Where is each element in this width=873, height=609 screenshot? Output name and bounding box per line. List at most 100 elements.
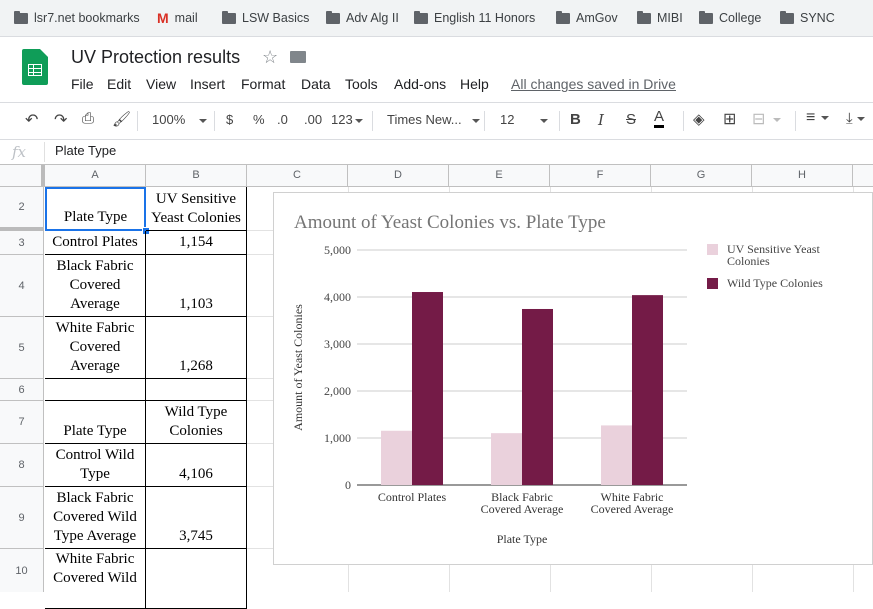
fill-color-icon[interactable]: ◈ bbox=[693, 110, 705, 128]
cell-text: Control Wild bbox=[55, 447, 135, 463]
folder-icon bbox=[414, 10, 428, 24]
zoom-select[interactable]: 100% bbox=[152, 112, 208, 127]
column-header-c[interactable]: C bbox=[247, 165, 348, 186]
row-header-10[interactable]: 10 bbox=[0, 549, 44, 592]
font-size-select[interactable]: 12 bbox=[500, 112, 549, 127]
cell-b9[interactable]: 3,745 bbox=[146, 487, 247, 549]
row-header-7[interactable]: 7 bbox=[0, 401, 44, 444]
row-header-9[interactable]: 9 bbox=[0, 487, 44, 549]
menu-data[interactable]: Data bbox=[301, 76, 331, 92]
cell-b7[interactable]: Wild Type Colonies bbox=[146, 401, 247, 444]
bookmark-adv-alg[interactable]: Adv Alg II bbox=[326, 9, 399, 27]
text-color-button[interactable]: A bbox=[654, 109, 665, 128]
more-formats-label: 123 bbox=[331, 112, 353, 127]
bookmark-english[interactable]: English 11 Honors bbox=[414, 9, 535, 27]
cell-text: 3,745 bbox=[179, 528, 213, 544]
merge-cells-icon[interactable]: ⊟ bbox=[752, 109, 782, 129]
row-header-8[interactable]: 8 bbox=[0, 444, 44, 487]
formula-divider bbox=[44, 142, 45, 162]
more-formats-select[interactable]: 123 bbox=[331, 112, 363, 127]
decrease-decimals-button[interactable]: .0 bbox=[277, 112, 288, 127]
percent-format-button[interactable]: % bbox=[253, 112, 265, 127]
menu-insert[interactable]: Insert bbox=[190, 76, 225, 92]
column-header-h[interactable]: H bbox=[752, 165, 853, 186]
column-header-b[interactable]: B bbox=[146, 165, 247, 186]
legend-label: Colonies bbox=[727, 254, 770, 268]
cell-a2[interactable]: Plate Type bbox=[45, 187, 146, 231]
cell-text: Covered Wild bbox=[53, 509, 137, 525]
horizontal-align-icon[interactable]: ≡ bbox=[806, 109, 830, 127]
row-header-2[interactable]: 2 bbox=[0, 187, 44, 231]
vertical-align-icon[interactable]: ⤓ bbox=[846, 110, 865, 127]
paint-format-icon[interactable]: 🖌 bbox=[112, 110, 131, 128]
redo-icon[interactable]: ↷ bbox=[54, 110, 67, 130]
cell-b2[interactable]: UV Sensitive Yeast Colonies bbox=[146, 187, 247, 231]
embedded-chart[interactable]: Amount of Yeast Colonies vs. Plate Type 0… bbox=[273, 192, 873, 565]
cell-b3[interactable]: 1,154 bbox=[146, 231, 247, 255]
move-to-folder-icon[interactable] bbox=[290, 51, 306, 63]
menu-file[interactable]: File bbox=[71, 76, 94, 92]
cell-a6[interactable] bbox=[45, 379, 146, 401]
bookmark-mail[interactable]: M mail bbox=[157, 9, 198, 27]
cell-b8[interactable]: 4,106 bbox=[146, 444, 247, 487]
undo-icon[interactable]: ↶ bbox=[25, 110, 38, 130]
row-header-5[interactable]: 5 bbox=[0, 317, 44, 379]
column-header-e[interactable]: E bbox=[449, 165, 550, 186]
menu-addons[interactable]: Add-ons bbox=[394, 76, 446, 92]
column-header-f[interactable]: F bbox=[550, 165, 651, 186]
row-header-4[interactable]: 4 bbox=[0, 255, 44, 317]
menu-help[interactable]: Help bbox=[460, 76, 489, 92]
bookmark-sync[interactable]: SYNC bbox=[780, 9, 835, 27]
document-title[interactable]: UV Protection results bbox=[71, 47, 240, 68]
legend-swatch bbox=[707, 278, 718, 289]
borders-icon[interactable]: ⊞ bbox=[723, 109, 736, 129]
column-header-g[interactable]: G bbox=[651, 165, 752, 186]
cell-text: Covered bbox=[69, 277, 121, 293]
cell-text: White Fabric bbox=[55, 320, 135, 336]
cell-a10[interactable]: White Fabric Covered Wild bbox=[45, 549, 146, 609]
cell-b4[interactable]: 1,103 bbox=[146, 255, 247, 317]
font-select[interactable]: Times New... bbox=[387, 112, 480, 127]
increase-decimals-button[interactable]: .00 bbox=[304, 112, 322, 127]
cell-text: Black Fabric bbox=[56, 258, 134, 274]
formula-input[interactable]: Plate Type bbox=[55, 143, 116, 158]
bookmark-mibi[interactable]: MIBI bbox=[637, 9, 683, 27]
cell-a4[interactable]: Black Fabric Covered Average bbox=[45, 255, 146, 317]
sheets-logo-icon[interactable] bbox=[22, 49, 48, 85]
x-tick-label: Control Plates bbox=[378, 490, 447, 504]
y-tick-label: 1,000 bbox=[324, 431, 351, 445]
saved-status[interactable]: All changes saved in Drive bbox=[511, 76, 676, 92]
currency-format-button[interactable]: $ bbox=[226, 112, 233, 127]
bookmark-lsw-basics[interactable]: LSW Basics bbox=[222, 9, 309, 27]
cell-a5[interactable]: White Fabric Covered Average bbox=[45, 317, 146, 379]
star-icon[interactable]: ☆ bbox=[262, 47, 278, 68]
bookmark-college[interactable]: College bbox=[699, 9, 761, 27]
bookmark-lsr7[interactable]: lsr7.net bookmarks bbox=[14, 9, 140, 27]
column-header-a[interactable]: A bbox=[45, 165, 146, 186]
row-header-3[interactable]: 3 bbox=[0, 231, 44, 255]
cell-a9[interactable]: Black Fabric Covered Wild Type Average bbox=[45, 487, 146, 549]
bold-button[interactable]: B bbox=[570, 111, 581, 128]
cell-text: Covered Wild bbox=[53, 570, 137, 586]
column-headers: A B C D E F G H bbox=[0, 164, 873, 187]
select-all-corner[interactable] bbox=[0, 165, 45, 186]
cell-a3[interactable]: Control Plates bbox=[45, 231, 146, 255]
cell-b10[interactable] bbox=[146, 549, 247, 609]
strikethrough-button[interactable]: S bbox=[626, 111, 636, 128]
italic-button[interactable]: I bbox=[598, 111, 604, 129]
menu-view[interactable]: View bbox=[146, 76, 176, 92]
cell-text: 4,106 bbox=[179, 466, 213, 482]
folder-icon bbox=[699, 10, 713, 24]
column-header-d[interactable]: D bbox=[348, 165, 449, 186]
cell-b6[interactable] bbox=[146, 379, 247, 401]
print-icon[interactable]: ⎙ bbox=[82, 110, 94, 127]
cell-b5[interactable]: 1,268 bbox=[146, 317, 247, 379]
menu-edit[interactable]: Edit bbox=[107, 76, 131, 92]
cell-a7[interactable]: Plate Type bbox=[45, 401, 146, 444]
cell-a8[interactable]: Control Wild Type bbox=[45, 444, 146, 487]
bookmark-amgov[interactable]: AmGov bbox=[556, 9, 618, 27]
menu-tools[interactable]: Tools bbox=[345, 76, 378, 92]
row-header-6[interactable]: 6 bbox=[0, 379, 44, 401]
folder-icon bbox=[556, 10, 570, 24]
menu-format[interactable]: Format bbox=[241, 76, 285, 92]
